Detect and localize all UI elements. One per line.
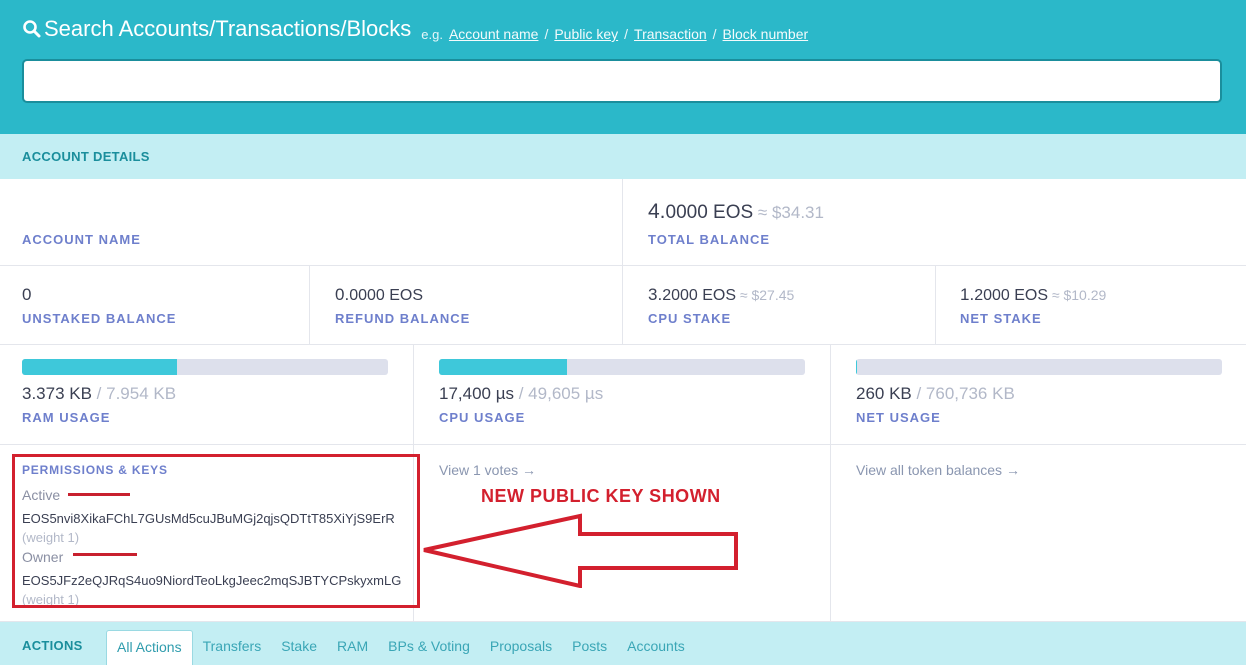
net-stake-rest: 2000 EOS — [974, 287, 1049, 304]
ram-usage-used: 3.373 KB — [22, 384, 92, 403]
refund-balance-main: 0. — [335, 285, 350, 304]
ram-usage-bar — [22, 359, 388, 375]
net-usage-bar — [856, 359, 1222, 375]
search-row: Search Accounts/Transactions/Blocks e.g.… — [22, 16, 808, 42]
tab-accounts[interactable]: Accounts — [617, 630, 695, 665]
tab-transfers[interactable]: Transfers — [193, 630, 272, 665]
cpu-usage-value: 17,400 µs / 49,605 µs — [439, 384, 603, 404]
cpu-stake-rest: 2000 EOS — [662, 287, 737, 304]
hint-block-number[interactable]: Block number — [723, 26, 809, 42]
tab-ram[interactable]: RAM — [327, 630, 378, 665]
annotation-highlight-box — [12, 454, 420, 608]
hint-account-name[interactable]: Account name — [449, 26, 539, 42]
annotation-text: NEW PUBLIC KEY SHOWN — [481, 486, 721, 506]
cpu-stake-main: 3. — [648, 285, 663, 304]
search-title-text: Search Accounts/Transactions/Blocks — [44, 16, 412, 41]
total-balance-label: TOTAL BALANCE — [648, 232, 771, 247]
tab-bps-voting[interactable]: BPs & Voting — [378, 630, 480, 665]
net-usage-cell: 260 KB / 760,736 KB NET USAGE — [831, 345, 1246, 445]
example-label: e.g. — [421, 27, 443, 42]
ram-usage-fill — [22, 359, 178, 375]
actions-title: ACTIONS — [22, 638, 83, 653]
cpu-usage-fill — [439, 359, 568, 375]
hint-separator: / — [544, 26, 549, 42]
net-usage-total: / 760,736 KB — [911, 384, 1015, 403]
hint-public-key[interactable]: Public key — [554, 26, 618, 42]
view-votes-link[interactable]: View 1 votes → — [439, 462, 536, 478]
ram-usage-value: 3.373 KB / 7.954 KB — [22, 384, 176, 404]
cpu-usage-bar — [439, 359, 805, 375]
cpu-usage-label: CPU USAGE — [439, 410, 526, 425]
total-balance-cell: 4.0000 EOS ≈ $34.31 TOTAL BALANCE — [623, 179, 1246, 266]
account-name-cell: ACCOUNT NAME — [0, 179, 623, 266]
hint-separator: / — [712, 26, 717, 42]
net-stake-cell: 1.2000 EOS ≈ $10.29 NET STAKE — [936, 266, 1246, 345]
net-stake-value: 1.2000 EOS ≈ $10.29 — [960, 285, 1106, 305]
hint-separator: / — [624, 26, 629, 42]
ram-usage-cell: 3.373 KB / 7.954 KB RAM USAGE — [0, 345, 414, 445]
cpu-stake-cell: 3.2000 EOS ≈ $27.45 CPU STAKE — [623, 266, 936, 345]
ram-usage-total: / 7.954 KB — [91, 384, 177, 403]
account-details-bar: ACCOUNT DETAILS — [0, 134, 1246, 179]
net-stake-usd: ≈ $10.29 — [1048, 287, 1107, 303]
search-header: Search Accounts/Transactions/Blocks e.g.… — [0, 0, 1246, 134]
net-usage-value: 260 KB / 760,736 KB — [856, 384, 1015, 404]
cpu-stake-usd: ≈ $27.45 — [736, 287, 795, 303]
tab-proposals[interactable]: Proposals — [480, 630, 562, 665]
cpu-usage-total: / 49,605 µs — [514, 384, 604, 403]
unstaked-balance-label: UNSTAKED BALANCE — [22, 311, 177, 326]
cpu-stake-label: CPU STAKE — [648, 311, 732, 326]
hint-transaction[interactable]: Transaction — [634, 26, 707, 42]
token-balances-cell: View all token balances → — [831, 445, 1246, 622]
total-balance-main: 4. — [648, 200, 666, 223]
actions-bar: ACTIONS All Actions Transfers Stake RAM … — [0, 622, 1246, 665]
tab-all-actions[interactable]: All Actions — [106, 630, 193, 665]
tab-stake[interactable]: Stake — [271, 630, 327, 665]
annotation-arrow-icon — [423, 513, 738, 588]
account-details-title: ACCOUNT DETAILS — [22, 149, 150, 164]
unstaked-balance-cell: 0 UNSTAKED BALANCE — [0, 266, 310, 345]
cpu-usage-cell: 17,400 µs / 49,605 µs CPU USAGE — [414, 345, 831, 445]
refund-balance-value: 0.0000 EOS — [335, 285, 423, 305]
search-title: Search Accounts/Transactions/Blocks — [22, 16, 411, 42]
ram-usage-label: RAM USAGE — [22, 410, 111, 425]
refund-balance-cell: 0.0000 EOS REFUND BALANCE — [310, 266, 623, 345]
net-stake-label: NET STAKE — [960, 311, 1042, 326]
tab-posts[interactable]: Posts — [562, 630, 617, 665]
actions-tabs: All Actions Transfers Stake RAM BPs & Vo… — [106, 630, 695, 665]
total-balance-usd: ≈ $34.31 — [753, 203, 824, 222]
refund-balance-rest: 0000 EOS — [349, 287, 424, 304]
net-usage-label: NET USAGE — [856, 410, 941, 425]
refund-balance-label: REFUND BALANCE — [335, 311, 471, 326]
cpu-usage-used: 17,400 µs — [439, 384, 515, 403]
search-icon — [23, 20, 41, 38]
unstaked-balance-value: 0 — [22, 285, 32, 304]
total-balance-value: 4.0000 EOS ≈ $34.31 — [648, 200, 824, 224]
account-name-label: ACCOUNT NAME — [22, 232, 141, 247]
net-stake-main: 1. — [960, 285, 975, 304]
total-balance-rest: 0000 EOS — [665, 202, 754, 223]
cpu-stake-value: 3.2000 EOS ≈ $27.45 — [648, 285, 794, 305]
search-input[interactable] — [22, 59, 1222, 103]
view-token-balances-link[interactable]: View all token balances → — [856, 462, 1020, 478]
net-usage-used: 260 KB — [856, 384, 912, 403]
